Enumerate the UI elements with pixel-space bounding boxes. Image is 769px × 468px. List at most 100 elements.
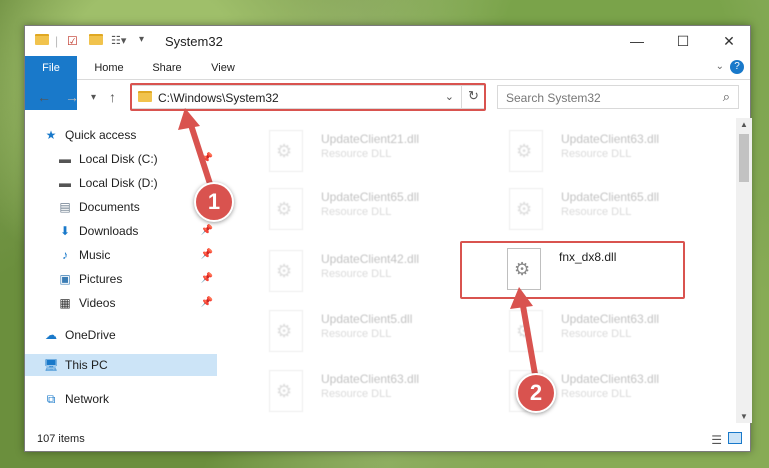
search-input[interactable]: Search System32 ⌕ [497,85,739,109]
file-type: Resource DLL [321,148,392,160]
nav-label: Local Disk (C:) [79,152,158,166]
search-icon: ⌕ [722,89,730,104]
nav-label: This PC [65,358,108,372]
back-icon[interactable]: ← [37,89,51,105]
file-item[interactable]: UpdateClient65.dll Resource DLL [251,182,471,236]
scroll-thumb[interactable] [739,134,749,182]
network-icon: ⧉ [46,392,56,406]
nav-item-onedrive[interactable]: ☁ OneDrive [43,324,219,346]
drive-icon: ▬ [59,152,71,166]
file-name: UpdateClient5.dll [321,312,413,326]
nav-label: Videos [79,296,116,310]
status-bar: 107 items ☰ [25,428,750,452]
tab-share[interactable]: Share [141,56,193,80]
dll-file-icon [269,250,303,292]
title-bar: | ☑ ☷▾ ▾ System32 — ☐ ✕ [25,26,750,56]
customize-qat-icon[interactable]: ☷▾ [111,34,126,47]
downloads-icon: ⬇ [59,224,71,238]
minimize-button[interactable]: — [614,26,660,56]
music-icon: ♪ [62,248,68,262]
help-icon[interactable]: ? [730,60,744,74]
close-button[interactable]: ✕ [706,26,752,56]
nav-item-local-disk-d[interactable]: ▬ Local Disk (D:) [57,172,219,194]
recent-locations-icon[interactable]: ▾ [91,92,96,103]
search-placeholder: Search System32 [506,91,601,105]
nav-item-videos[interactable]: ▦ Videos 📌 [57,292,219,314]
file-item[interactable]: UpdateClient65.dll Resource DLL [491,182,711,236]
details-view-icon[interactable]: ☰ [711,433,722,447]
new-folder-icon[interactable] [89,34,103,45]
star-icon: ★ [45,128,57,142]
nav-label: Local Disk (D:) [79,176,158,190]
address-bar[interactable]: C:\Windows\System32 ⌄ [131,85,485,109]
file-item[interactable]: UpdateClient63.dll Resource DLL [491,304,711,358]
vertical-scrollbar[interactable]: ▲ ▼ [736,118,752,423]
dll-file-icon [269,188,303,230]
onedrive-icon: ☁ [45,328,57,342]
file-name: UpdateClient63.dll [561,132,660,146]
file-name: UpdateClient21.dll [321,132,420,146]
scroll-up-icon[interactable]: ▲ [740,120,748,129]
tab-view[interactable]: View [199,56,247,80]
nav-label: Documents [79,200,140,214]
window-title: System32 [165,34,223,49]
nav-label: Quick access [65,128,137,142]
dll-file-icon [269,370,303,412]
nav-item-pictures[interactable]: ▣ Pictures 📌 [57,268,219,290]
file-highlight [460,241,685,299]
step-badge-2: 2 [516,373,556,413]
nav-label: Downloads [79,224,139,238]
file-type: Resource DLL [321,268,392,280]
large-icons-view-icon[interactable] [728,432,742,444]
file-item[interactable]: UpdateClient63.dll Resource DLL [251,364,471,418]
item-count: 107 items [37,433,85,445]
dll-file-icon [269,310,303,352]
up-icon[interactable]: ↑ [109,89,116,105]
dll-file-icon [509,310,543,352]
file-item[interactable]: UpdateClient63.dll Resource DLL [491,124,711,178]
properties-icon[interactable]: ☑ [67,34,78,48]
ribbon-tabs: File Home Share View ⌄ ? [25,56,750,110]
pin-icon: 📌 [200,153,213,164]
separator: | [55,34,59,48]
file-name: UpdateClient42.dll [321,252,420,266]
pictures-icon: ▣ [59,272,71,286]
maximize-button[interactable]: ☐ [660,26,706,56]
file-name: UpdateClient63.dll [561,372,660,386]
file-type: Resource DLL [561,206,632,218]
nav-item-network[interactable]: ⧉ Network [43,388,219,410]
nav-label: Network [65,392,110,406]
qat-dropdown-icon[interactable]: ▾ [139,34,144,45]
ribbon-expand-icon[interactable]: ⌄ [716,61,724,72]
file-name: UpdateClient65.dll [561,190,660,204]
navigation-bar: ← → ▾ ↑ C:\Windows\System32 ⌄ ↻ Search S… [25,81,750,115]
pin-icon: 📌 [200,273,213,284]
nav-item-local-disk-c[interactable]: ▬ Local Disk (C:) 📌 [57,148,219,170]
file-item[interactable]: UpdateClient5.dll Resource DLL [251,304,471,358]
file-item[interactable]: UpdateClient21.dll Resource DLL [251,124,471,178]
navigation-pane: ★ Quick access ▬ Local Disk (C:) 📌 ▬ Local D… [25,118,221,423]
dll-file-icon [269,130,303,172]
forward-icon[interactable]: → [65,89,79,105]
nav-item-this-pc[interactable]: 🖥 This PC [25,354,217,376]
nav-item-downloads[interactable]: ⬇ Downloads 📌 [57,220,219,242]
refresh-icon[interactable]: ↻ [461,85,485,109]
file-item[interactable]: UpdateClient42.dll Resource DLL [251,244,471,298]
nav-item-music[interactable]: ♪ Music 📌 [57,244,219,266]
videos-icon: ▦ [59,296,71,310]
pin-icon: 📌 [200,225,213,236]
dll-file-icon [509,130,543,172]
file-type: Resource DLL [561,328,632,340]
explorer-window: | ☑ ☷▾ ▾ System32 — ☐ ✕ File Home Share … [24,25,752,452]
pc-icon: 🖥 [43,358,59,372]
nav-label: Pictures [79,272,123,286]
file-name: UpdateClient63.dll [321,372,420,386]
file-type: Resource DLL [321,388,392,400]
address-dropdown-icon[interactable]: ⌄ [445,90,454,103]
tab-home[interactable]: Home [83,56,135,80]
nav-item-quick-access[interactable]: ★ Quick access [43,124,219,146]
scroll-down-icon[interactable]: ▼ [740,412,748,421]
pin-icon: 📌 [200,249,213,260]
file-type: Resource DLL [321,206,392,218]
address-path: C:\Windows\System32 [158,91,279,105]
